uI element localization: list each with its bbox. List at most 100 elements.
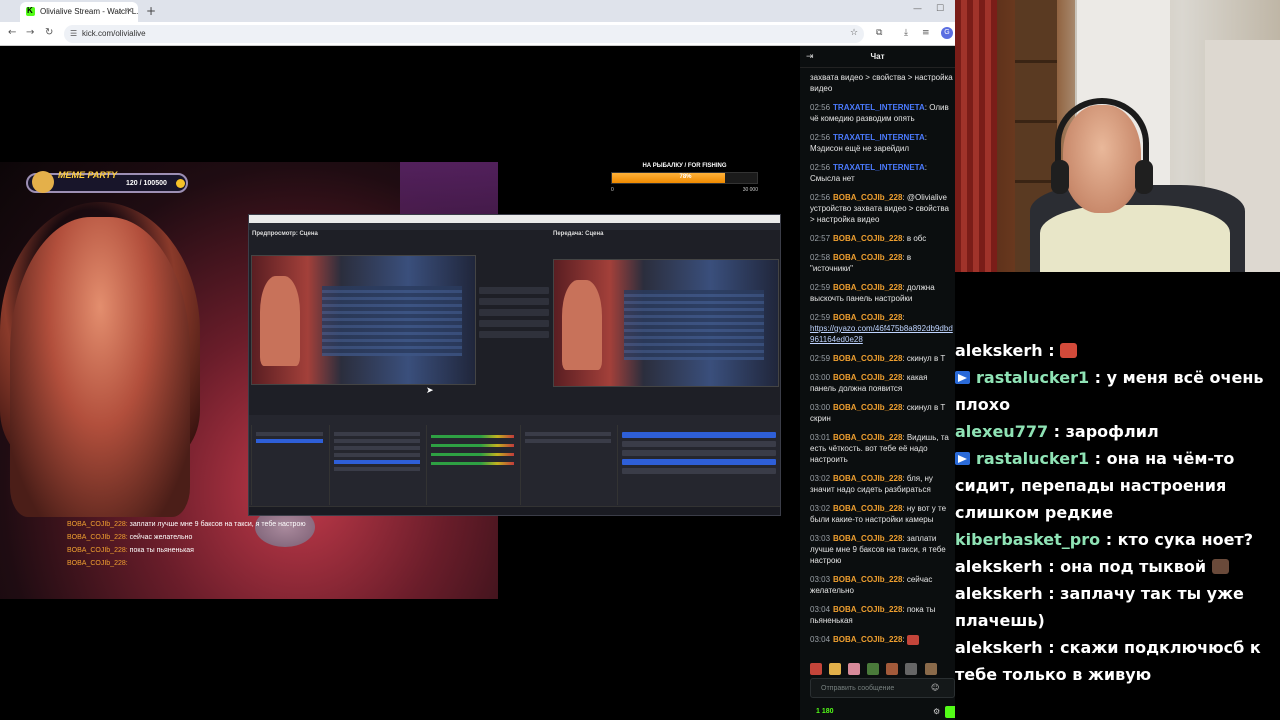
chat-timestamp: 03:04 bbox=[810, 605, 831, 614]
chat-username[interactable]: BOBA_COJIb_228 bbox=[833, 234, 902, 243]
chat-text: в обс bbox=[906, 234, 927, 243]
goal-max: 30 000 bbox=[742, 187, 758, 193]
bookmark-star-icon[interactable]: ☆ bbox=[850, 28, 858, 38]
chat-timestamp: 02:56 bbox=[810, 193, 831, 202]
chat-timestamp: 03:02 bbox=[810, 474, 831, 483]
minimize-icon[interactable]: — bbox=[913, 4, 922, 14]
url-input[interactable]: kick.com/olivialive bbox=[64, 25, 864, 43]
chat-message: захвата видео > свойства > настройка вид… bbox=[810, 72, 955, 94]
chat-timestamp: 02:56 bbox=[810, 163, 831, 172]
chat-username[interactable]: BOBA_COJIb_228 bbox=[833, 403, 902, 412]
chat-message: 02:56 TRAXATEL_INTERNETA: Олив чё комедию… bbox=[810, 103, 949, 123]
chat-message: 02:59 BOBA_COJIb_228: должна выскочть пан… bbox=[810, 283, 935, 303]
video-chat-user: BOBA_COJIb_228: bbox=[67, 534, 128, 541]
chat-username[interactable]: BOBA_COJIb_228 bbox=[833, 253, 902, 262]
coin-icon bbox=[176, 179, 185, 188]
chat-footer: 1 180 ⚙ bbox=[810, 706, 955, 720]
chat-message: 03:02 BOBA_COJIb_228: ну вот у те были ка… bbox=[810, 504, 947, 524]
windows-taskbar bbox=[249, 506, 780, 515]
channel-points[interactable]: 1 180 bbox=[816, 708, 834, 715]
emote-icon[interactable] bbox=[829, 663, 842, 675]
reload-icon[interactable]: ↻ bbox=[45, 27, 53, 38]
tab-bar: Olivialive Stream - Watch L... ♪ ✕ + — ☐ bbox=[0, 0, 955, 22]
tab-olivialive[interactable]: Olivialive Stream - Watch L... ♪ ✕ bbox=[20, 2, 138, 22]
obs-preview-canvas bbox=[251, 255, 476, 385]
chat-username[interactable]: BOBA_COJIb_228 bbox=[833, 635, 902, 644]
obs-window: Предпросмотр: Сцена Передача: Сцена bbox=[248, 214, 781, 516]
chat-text: захвата видео > свойства > настройка вид… bbox=[810, 73, 953, 93]
overlay-chat-message: alekskerh : bbox=[955, 337, 1280, 364]
emoji-picker-icon[interactable]: ☺ bbox=[931, 683, 939, 692]
chat-message: 02:56 TRAXATEL_INTERNETA: Смысла нет bbox=[810, 163, 927, 183]
chat-title: Чат bbox=[870, 52, 885, 61]
back-icon[interactable]: ← bbox=[8, 27, 16, 38]
chat-username[interactable]: TRAXATEL_INTERNETA bbox=[833, 163, 925, 172]
overlay-chat-username: alekskerh bbox=[955, 638, 1043, 657]
chat-username[interactable]: TRAXATEL_INTERNETA bbox=[833, 103, 925, 112]
close-tab-icon[interactable]: ✕ bbox=[126, 6, 133, 15]
chat-timestamp: 03:03 bbox=[810, 575, 831, 584]
chat-timestamp: 03:00 bbox=[810, 403, 831, 412]
chat-username[interactable]: BOBA_COJIb_228 bbox=[833, 283, 902, 292]
chat-username[interactable]: BOBA_COJIb_228 bbox=[833, 313, 902, 322]
chat-timestamp: 03:01 bbox=[810, 433, 831, 442]
overlay-chat-text: : кто сука ноет? bbox=[1100, 530, 1253, 549]
chat-username[interactable]: BOBA_COJIb_228 bbox=[833, 433, 902, 442]
chat-link[interactable]: https://gyazo.com/46f475b8a892db9dbd9611… bbox=[810, 324, 953, 344]
emote-row bbox=[810, 660, 955, 694]
video-chat-user: BOBA_COJIb_228: bbox=[67, 521, 128, 528]
download-icon[interactable]: ⤓ bbox=[904, 28, 908, 38]
overlay-chat-username: kiberbasket_pro bbox=[955, 530, 1101, 549]
chat-username[interactable]: BOBA_COJIb_228 bbox=[833, 193, 902, 202]
emote-icon[interactable] bbox=[905, 663, 918, 675]
extensions-icon[interactable]: ⧉ bbox=[876, 28, 882, 38]
headset-earcup bbox=[1051, 160, 1069, 194]
emote-icon[interactable] bbox=[867, 663, 880, 675]
new-tab-icon[interactable]: + bbox=[146, 4, 156, 18]
tab-title: Olivialive Stream - Watch L... bbox=[40, 7, 138, 16]
chat-username[interactable]: BOBA_COJIb_228 bbox=[833, 575, 902, 584]
emote-icon[interactable] bbox=[924, 663, 937, 675]
meme-party-widget: MEME PARTY 120 / 100500 bbox=[26, 170, 188, 193]
chat-username[interactable]: TRAXATEL_INTERNETA bbox=[833, 133, 925, 142]
chat-username[interactable]: BOBA_COJIb_228 bbox=[833, 373, 902, 382]
obs-menubar bbox=[249, 223, 780, 230]
overlay-chat-message: rastalucker1 : она на чём-то сидит, пере… bbox=[955, 445, 1280, 526]
video-chat-text: пока ты пьяненькая bbox=[127, 547, 194, 554]
chat-username[interactable]: BOBA_COJIb_228 bbox=[833, 534, 902, 543]
emote-icon[interactable] bbox=[848, 663, 861, 675]
chat-panel: ⇥ Чат захвата видео > свойства > настрой… bbox=[800, 46, 955, 720]
meme-party-count: 120 / 100500 bbox=[126, 180, 167, 187]
emote-icon[interactable] bbox=[810, 663, 822, 675]
chat-text: Мэдисон ещё не зарейдил bbox=[810, 144, 910, 153]
webcam-feed bbox=[955, 0, 1280, 272]
chat-username[interactable]: BOBA_COJIb_228 bbox=[833, 354, 902, 363]
chat-message: 03:03 BOBA_COJIb_228: сейчас желательно bbox=[810, 575, 933, 595]
overlay-chat-message: alekskerh : она под тыквой bbox=[955, 553, 1280, 580]
send-button[interactable] bbox=[945, 706, 955, 718]
chat-message: 03:01 BOBA_COJIb_228: Видишь, та есть чёт… bbox=[810, 433, 949, 464]
menu-icon[interactable]: ≡ bbox=[922, 28, 930, 38]
browser-window: Olivialive Stream - Watch L... ♪ ✕ + — ☐… bbox=[0, 0, 955, 720]
emote-icon[interactable] bbox=[886, 663, 899, 675]
gear-icon[interactable]: ⚙ bbox=[933, 707, 940, 716]
chat-timestamp: 02:59 bbox=[810, 313, 831, 322]
emote-icon bbox=[1060, 343, 1078, 358]
forward-icon[interactable]: → bbox=[26, 27, 34, 38]
chat-message: 02:56 BOBA_COJIb_228: @Olivialive устройс… bbox=[810, 193, 949, 224]
overlay-chat-message: kiberbasket_pro : кто сука ноет? bbox=[955, 526, 1280, 553]
chat-timestamp: 02:59 bbox=[810, 283, 831, 292]
chat-username[interactable]: BOBA_COJIb_228 bbox=[833, 474, 902, 483]
goal-min: 0 bbox=[611, 187, 614, 193]
profile-avatar[interactable]: G bbox=[941, 27, 953, 39]
overlay-chat-username: alekskerh bbox=[955, 341, 1043, 360]
subscriber-badge-icon bbox=[955, 371, 970, 384]
maximize-icon[interactable]: ☐ bbox=[936, 4, 944, 14]
chat-username[interactable]: BOBA_COJIb_228 bbox=[833, 605, 902, 614]
mouse-cursor-icon: ➤ bbox=[426, 386, 434, 396]
video-chat-line: BOBA_COJIb_228: сейчас желательно bbox=[67, 534, 192, 541]
chat-header: ⇥ Чат bbox=[800, 46, 955, 68]
site-info-icon[interactable]: ☰ bbox=[70, 29, 77, 38]
speaker-icon[interactable]: ♪ bbox=[118, 6, 122, 15]
chat-username[interactable]: BOBA_COJIb_228 bbox=[833, 504, 902, 513]
